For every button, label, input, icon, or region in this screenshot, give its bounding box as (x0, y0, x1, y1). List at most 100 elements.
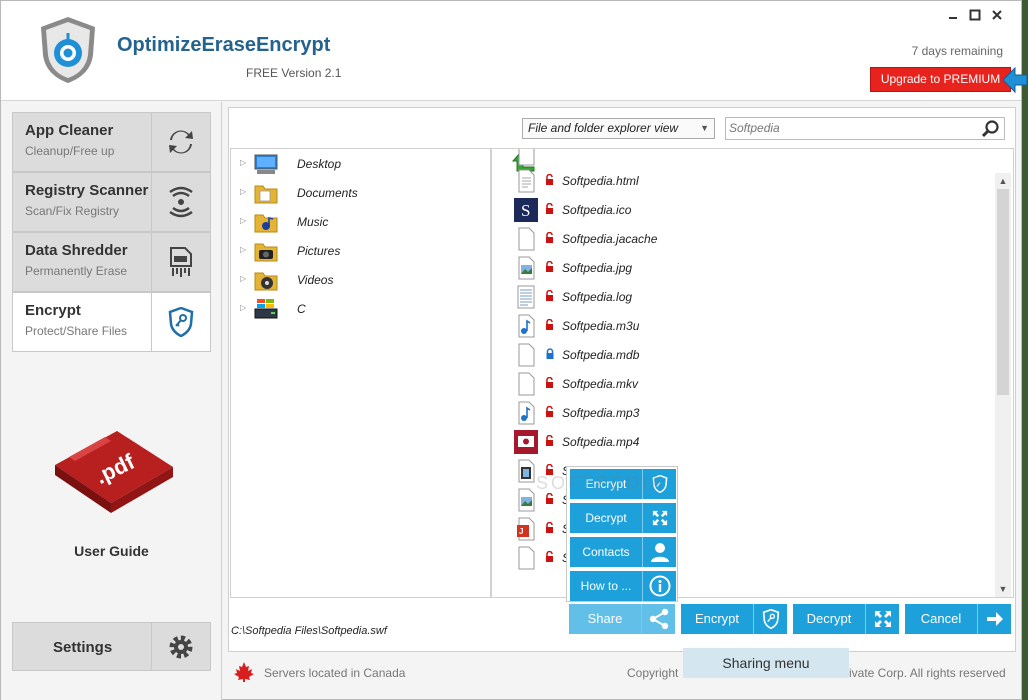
expand-icon (642, 503, 676, 533)
user-guide-label[interactable]: User Guide (1, 543, 222, 559)
file-name: Softpedia.jacache (562, 232, 658, 246)
unlock-icon (546, 319, 553, 330)
list-item[interactable] (514, 149, 974, 166)
copyright-end: ivate Corp. All rights reserved (849, 666, 1006, 680)
tree-node-music[interactable]: ▷ Music (231, 209, 486, 235)
list-item[interactable]: Softpedia.mkv (514, 370, 974, 396)
info-icon (642, 571, 676, 601)
sidebar-item-sub: Scan/Fix Registry (25, 204, 120, 218)
tree-node-documents[interactable]: ▷ Documents (231, 180, 486, 206)
expand-icon (865, 604, 899, 634)
tree-node-label: Desktop (297, 157, 342, 171)
pictures-folder-icon (254, 243, 278, 262)
menu-item-label: Contacts (582, 545, 630, 559)
videos-folder-icon (254, 272, 278, 291)
app-window: OptimizeEraseEncrypt FREE Version 2.1 7 … (0, 0, 1028, 700)
scrollbar[interactable]: ▲ ▼ (995, 173, 1011, 597)
list-item[interactable]: Softpedia.mdb (514, 341, 974, 367)
tree-node-pictures[interactable]: ▷ Pictures (231, 238, 486, 264)
search-icon[interactable] (981, 120, 1000, 143)
softpedia-ico-icon: S (514, 198, 538, 222)
tree-node-label: Documents (297, 186, 358, 200)
days-remaining: 7 days remaining (911, 44, 1003, 58)
maximize-icon[interactable] (967, 8, 983, 24)
unlock-icon (546, 290, 553, 301)
video-file-icon (514, 430, 538, 454)
sidebar-item-encrypt[interactable]: Encrypt Protect/Share Files (12, 292, 211, 352)
sidebar-item-title: Registry Scanner (25, 182, 149, 199)
tree-node-desktop[interactable]: ▷ Desktop (231, 151, 486, 177)
file-name: Softpedia.jpg (562, 261, 633, 275)
arrow-left-icon (1002, 66, 1028, 94)
user-icon (642, 537, 676, 567)
unlock-icon (546, 522, 553, 533)
file-name: Softpedia.mdb (562, 348, 640, 362)
documents-folder-icon (254, 185, 278, 204)
share-button[interactable]: Share (569, 604, 675, 634)
desktop-icon (254, 154, 278, 174)
svg-text:S: S (521, 201, 530, 220)
close-icon[interactable] (989, 8, 1005, 24)
expand-arrow-icon[interactable]: ▷ (240, 216, 246, 225)
sharing-menu-tooltip: Sharing menu (683, 648, 849, 678)
share-menu-decrypt[interactable]: Decrypt (570, 503, 676, 533)
share-menu-how-to[interactable]: How to ... (570, 571, 676, 601)
sidebar-item-registry-scanner[interactable]: Registry Scanner Scan/Fix Registry (12, 172, 211, 232)
unlock-icon (546, 493, 553, 504)
tree-node-videos[interactable]: ▷ Videos (231, 267, 486, 293)
image-file-icon (518, 488, 535, 512)
app-version: FREE Version 2.1 (246, 66, 342, 80)
tree-node-label: C (297, 302, 306, 316)
expand-arrow-icon[interactable]: ▷ (240, 187, 246, 196)
settings-button[interactable]: Settings (12, 622, 211, 671)
pdf-file-icon: J (517, 517, 535, 541)
tree-node-c[interactable]: ▷ C (231, 296, 486, 322)
view-select[interactable]: File and folder explorer view ▼ (522, 118, 715, 139)
expand-arrow-icon[interactable]: ▷ (240, 158, 246, 167)
scroll-down-icon[interactable]: ▼ (995, 581, 1011, 597)
pdf-icon[interactable]: .pdf (45, 427, 177, 517)
file-text-icon (518, 169, 535, 193)
scroll-up-icon[interactable]: ▲ (995, 173, 1011, 189)
list-item[interactable]: Softpedia.m3u (514, 312, 974, 338)
cancel-button[interactable]: Cancel (905, 604, 1011, 634)
encrypt-button[interactable]: Encrypt (681, 604, 787, 634)
unlock-icon (546, 435, 553, 446)
list-item[interactable]: Softpedia.mp4 (514, 428, 974, 454)
sidebar-item-data-shredder[interactable]: Data Shredder Permanently Erase (12, 232, 211, 292)
file-name: Softpedia.log (562, 290, 633, 304)
unlock-icon (546, 551, 553, 562)
maple-leaf-icon (234, 662, 254, 682)
file-blank-icon (518, 149, 535, 166)
sidebar-item-title: Data Shredder (25, 242, 128, 259)
unlock-icon (546, 377, 553, 388)
list-item[interactable]: Softpedia.mp3 (514, 399, 974, 425)
lock-icon (546, 348, 554, 359)
decrypt-button[interactable]: Decrypt (793, 604, 899, 634)
list-item[interactable]: Softpedia.html (514, 167, 974, 193)
list-item[interactable]: Softpedia.log (514, 283, 974, 309)
file-name: Softpedia.mkv (562, 377, 639, 391)
upgrade-button[interactable]: Upgrade to PREMIUM (870, 67, 1011, 92)
sidebar-item-app-cleaner[interactable]: App Cleaner Cleanup/Free up (12, 112, 211, 172)
minimize-icon[interactable] (945, 8, 961, 24)
search-box (725, 117, 1005, 140)
header: OptimizeEraseEncrypt FREE Version 2.1 7 … (1, 1, 1028, 101)
search-input[interactable] (726, 118, 966, 138)
audio-file-icon (518, 401, 535, 425)
watermark: SOFTPEDIA (536, 473, 666, 493)
list-item[interactable]: Softpedia.jpg (514, 254, 974, 280)
expand-arrow-icon[interactable]: ▷ (240, 274, 246, 283)
expand-arrow-icon[interactable]: ▷ (240, 303, 246, 312)
expand-arrow-icon[interactable]: ▷ (240, 245, 246, 254)
drive-icon (254, 299, 278, 319)
list-item[interactable]: S Softpedia.ico (514, 196, 974, 222)
shield-logo-icon (41, 17, 95, 83)
scrollbar-thumb[interactable] (997, 189, 1009, 395)
share-label: Share (587, 611, 623, 626)
view-select-value: File and folder explorer view (528, 121, 679, 135)
image-file-icon (518, 256, 535, 280)
refresh-icon (151, 113, 210, 171)
list-item[interactable]: Softpedia.jacache (514, 225, 974, 251)
share-menu-contacts[interactable]: Contacts (570, 537, 676, 567)
